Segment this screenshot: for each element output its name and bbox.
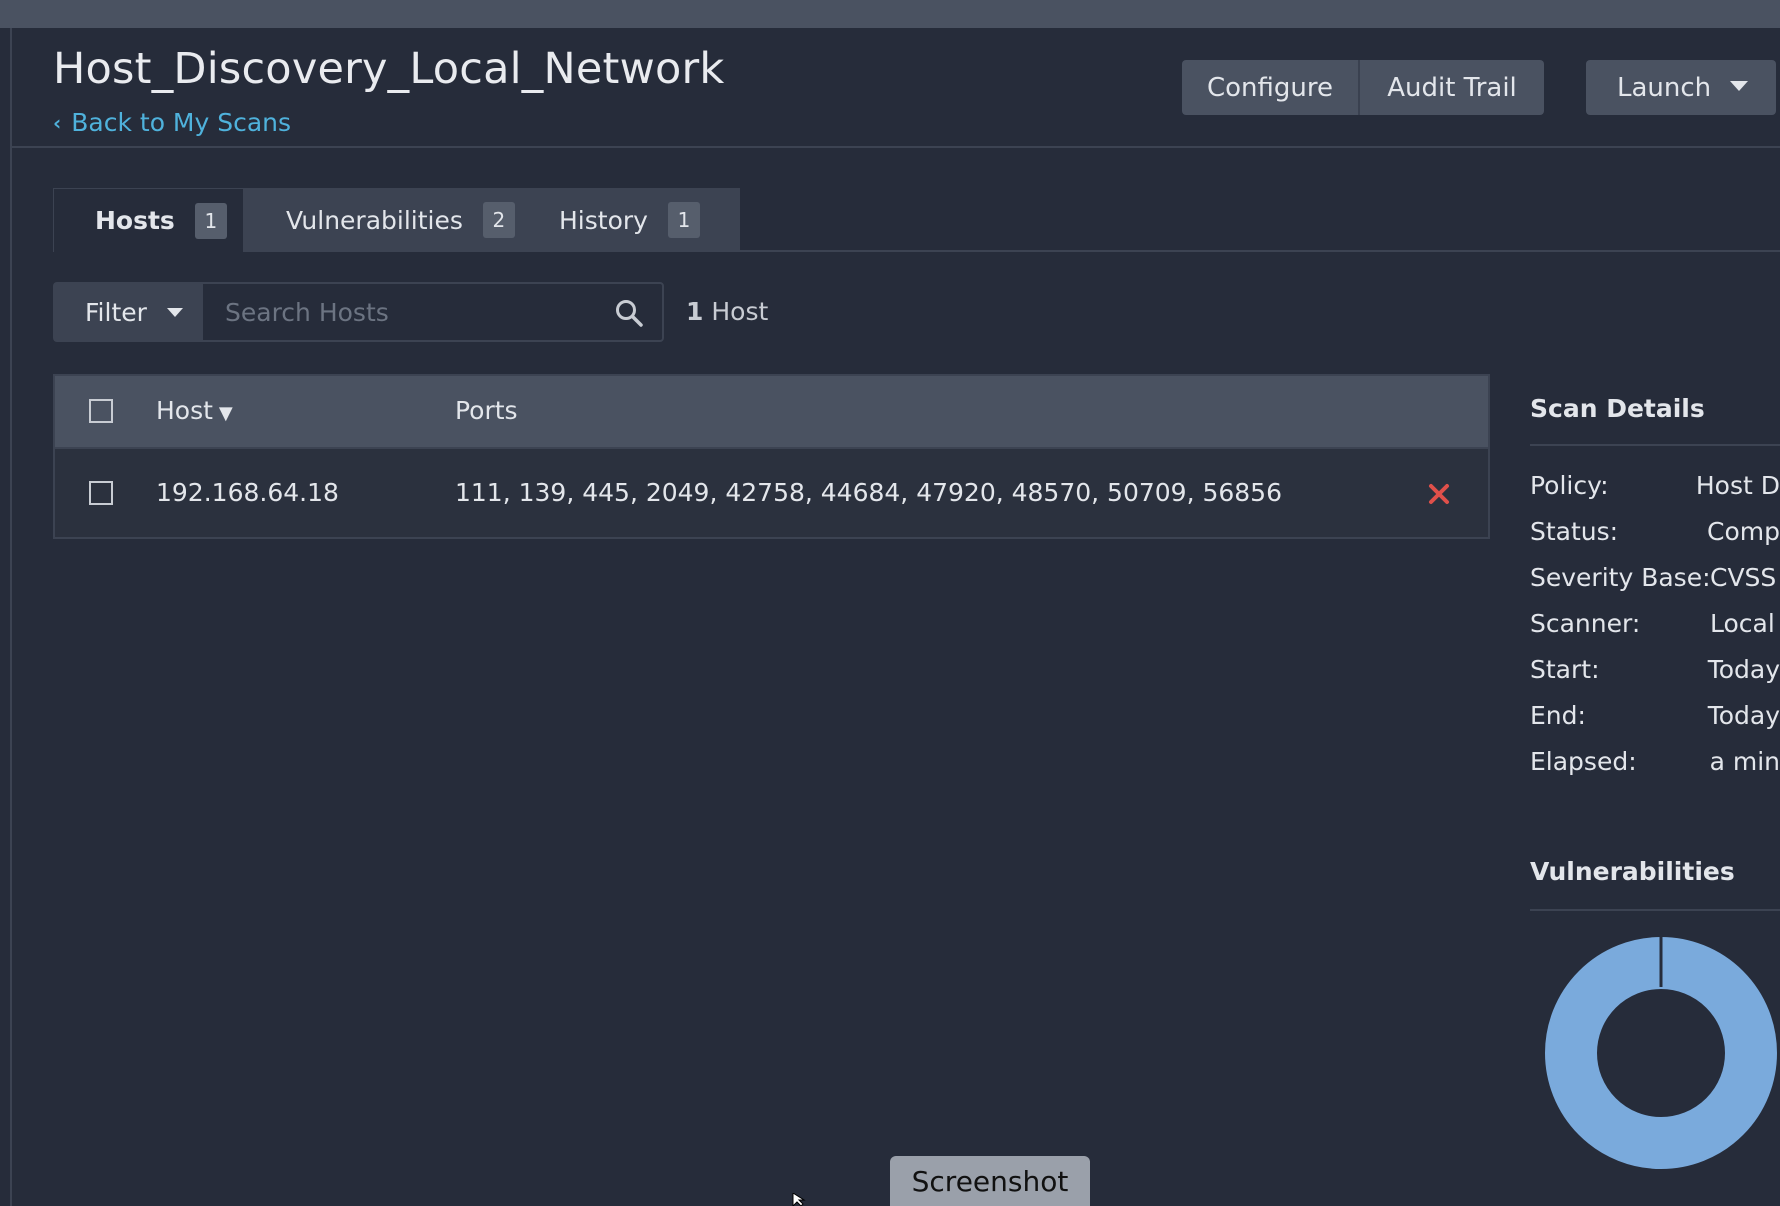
filter-label: Filter: [85, 297, 147, 327]
tab-count-badge: 1: [667, 202, 700, 238]
page-title: Host_Discovery_Local_Network: [53, 44, 725, 94]
scan-action-buttons: Configure Audit Trail: [1182, 60, 1544, 115]
detail-value: Today: [1707, 700, 1780, 730]
host-count-number: 1: [686, 297, 704, 326]
table-row[interactable]: 192.168.64.18 111, 139, 445, 2049, 42758…: [55, 447, 1488, 537]
search-hosts-input[interactable]: [203, 284, 662, 340]
scan-details-panel: Scan Details Policy: Host D Status: Comp…: [1530, 374, 1780, 784]
search-icon[interactable]: [614, 298, 644, 328]
detail-label: Status:: [1530, 516, 1619, 546]
detail-label: End:: [1530, 700, 1586, 730]
tab-count-badge: 2: [482, 202, 515, 238]
filter-button[interactable]: Filter: [55, 284, 203, 340]
audit-trail-button[interactable]: Audit Trail: [1360, 60, 1544, 115]
detail-label: Elapsed:: [1530, 746, 1637, 776]
tab-label: Vulnerabilities: [286, 205, 463, 235]
filter-search-bar: Filter: [53, 282, 664, 342]
tab-label: History: [559, 205, 648, 235]
launch-label: Launch: [1617, 72, 1712, 103]
launch-button[interactable]: Launch: [1586, 60, 1776, 115]
header-divider: [12, 146, 1780, 148]
caret-down-icon: [1730, 81, 1748, 91]
back-link-label: Back to My Scans: [71, 108, 292, 137]
tab-label: Hosts: [95, 206, 175, 235]
detail-value: CVSS v: [1710, 562, 1780, 592]
detail-value: Host D: [1695, 470, 1780, 500]
host-count-label: Host: [711, 297, 769, 326]
column-header-host[interactable]: Host ▼: [156, 396, 233, 425]
detail-value: Today: [1707, 654, 1780, 684]
vulnerabilities-panel-title: Vulnerabilities: [1530, 837, 1780, 911]
detail-row-elapsed: Elapsed: a min: [1530, 738, 1780, 784]
tabs-divider: [740, 250, 1780, 252]
screenshot-button[interactable]: Screenshot: [890, 1156, 1090, 1206]
chevron-left-icon: ‹: [53, 110, 62, 135]
detail-label: Scanner:: [1530, 608, 1641, 638]
donut-ring: [1545, 937, 1777, 1169]
detail-value: Local: [1710, 608, 1775, 638]
tab-count-badge: 1: [194, 202, 227, 239]
tab-bar: Hosts 1 Vulnerabilities 2 History 1: [53, 188, 740, 252]
back-to-my-scans-link[interactable]: ‹ Back to My Scans: [53, 108, 291, 137]
hosts-table: Host ▼ Ports 192.168.64.18 111, 139, 445,…: [53, 374, 1490, 539]
tab-history[interactable]: History 1: [530, 188, 720, 252]
row-checkbox[interactable]: [89, 481, 113, 505]
detail-label: Policy:: [1530, 470, 1609, 500]
detail-row-scanner: Scanner: Local: [1530, 600, 1780, 646]
detail-row-end: End: Today: [1530, 692, 1780, 738]
detail-value: a min: [1709, 746, 1780, 776]
scan-details-list: Policy: Host D Status: Comp Severity Bas…: [1530, 462, 1780, 784]
scan-details-title: Scan Details: [1530, 374, 1780, 446]
top-bar: [0, 0, 1780, 28]
detail-label: Severity Base:: [1530, 562, 1711, 592]
select-all-checkbox[interactable]: [89, 399, 113, 423]
delete-icon[interactable]: [1427, 482, 1451, 506]
host-cell: 192.168.64.18: [156, 478, 339, 507]
detail-value: Comp: [1707, 516, 1780, 546]
detail-row-status: Status: Comp: [1530, 508, 1780, 554]
caret-down-icon: [166, 307, 183, 317]
tab-vulnerabilities[interactable]: Vulnerabilities 2: [244, 188, 530, 252]
left-edge-divider: [10, 28, 12, 1206]
host-count: 1 Host: [686, 297, 768, 326]
configure-button[interactable]: Configure: [1182, 60, 1360, 115]
ports-cell: 111, 139, 445, 2049, 42758, 44684, 47920…: [455, 478, 1282, 507]
detail-label: Start:: [1530, 654, 1600, 684]
table-header: Host ▼ Ports: [55, 376, 1488, 447]
vulnerabilities-donut-chart: [1545, 935, 1777, 1169]
column-header-label: Host: [156, 396, 213, 425]
detail-row-policy: Policy: Host D: [1530, 462, 1780, 508]
column-header-ports: Ports: [455, 396, 518, 425]
detail-row-start: Start: Today: [1530, 646, 1780, 692]
tab-hosts[interactable]: Hosts 1: [53, 188, 244, 252]
sort-down-icon: ▼: [218, 403, 233, 424]
mouse-cursor-icon: [792, 1193, 806, 1206]
detail-row-severity-base: Severity Base: CVSS v: [1530, 554, 1780, 600]
